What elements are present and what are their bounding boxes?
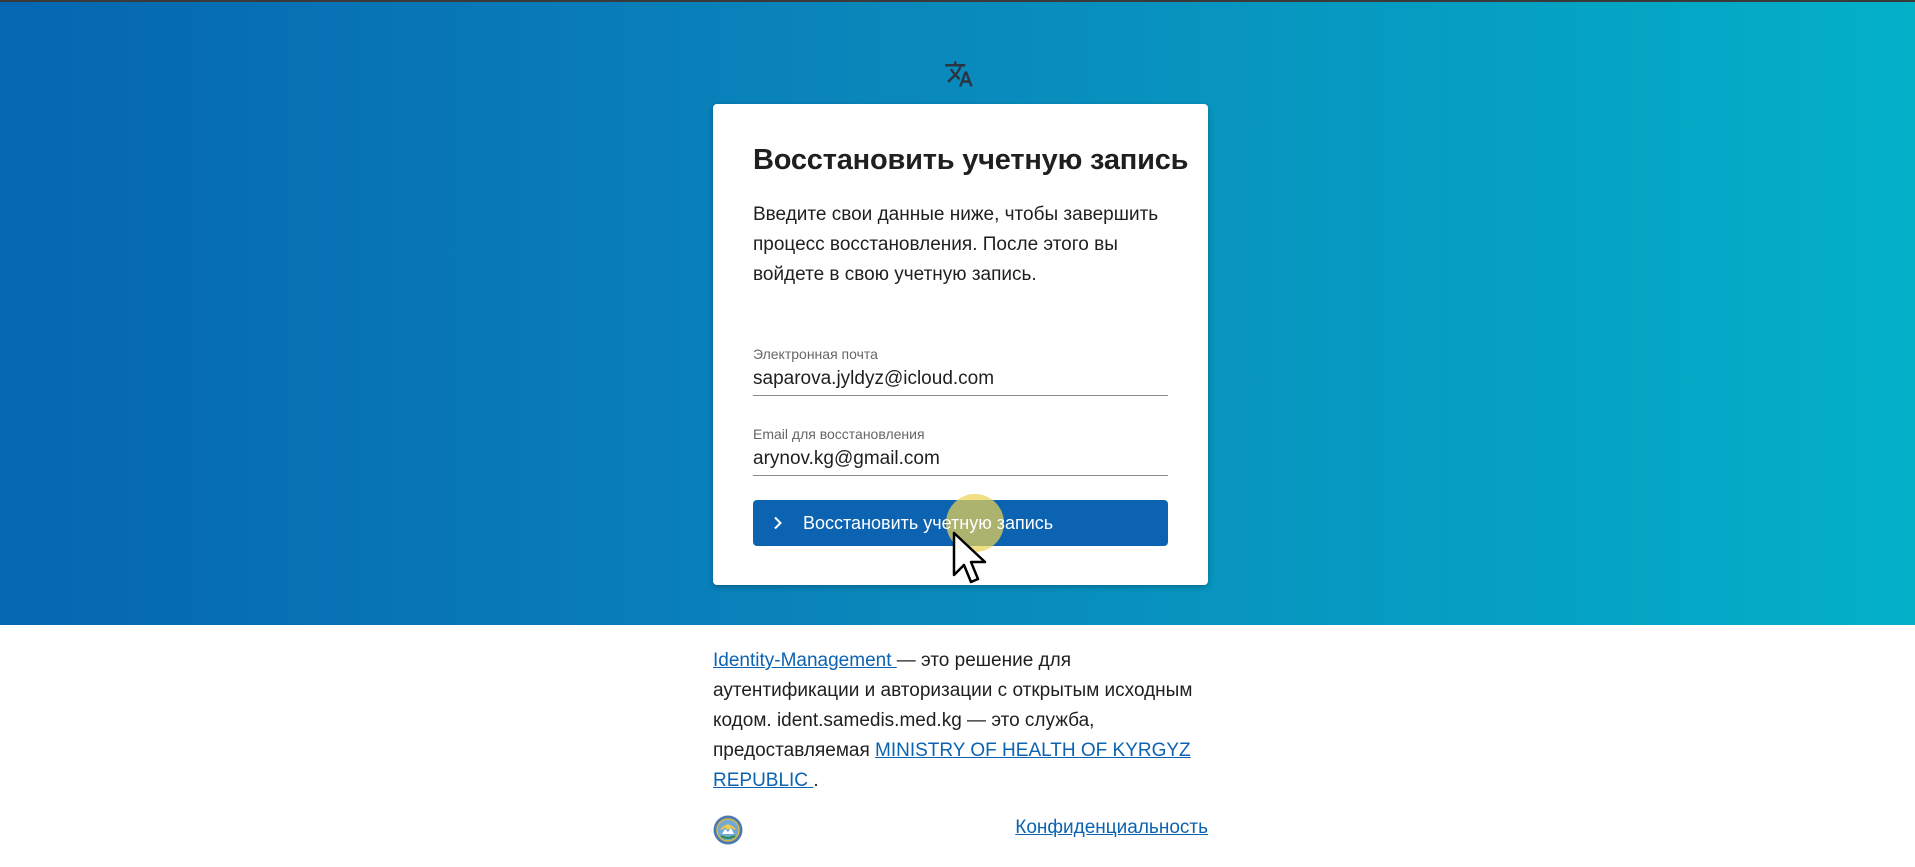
email-input[interactable]: [753, 365, 1168, 393]
recovery-card: Восстановить учетную запись Введите свои…: [713, 104, 1208, 585]
page-title: Восстановить учетную запись: [753, 144, 1189, 176]
kyrgyz-emblem-icon: [713, 815, 743, 845]
translate-icon[interactable]: [944, 59, 974, 89]
recovery-email-input[interactable]: [753, 445, 1168, 473]
footer-description: Identity-Management — это решение для ау…: [713, 646, 1208, 796]
chevron-right-icon: [774, 516, 782, 530]
mouse-cursor-icon: [952, 531, 987, 584]
recover-account-button-label: Восстановить учетную запись: [803, 513, 1054, 533]
recovery-email-field-label: Email для восстановления: [753, 426, 925, 442]
footer-text-part-2: .: [813, 770, 819, 791]
privacy-link[interactable]: Конфиденциальность: [998, 817, 1208, 839]
recovery-description: Введите свои данные ниже, чтобы завершит…: [753, 204, 1159, 285]
identity-management-link[interactable]: Identity-Management: [713, 650, 897, 671]
recovery-email-field: Email для восстановления: [753, 418, 1168, 476]
email-field-label: Электронная почта: [753, 346, 878, 362]
email-field: Электронная почта: [753, 338, 1168, 396]
